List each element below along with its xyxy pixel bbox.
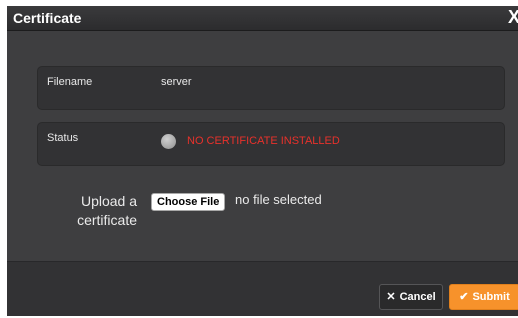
certificate-dialog: Certificate X Filename server Status NO … (7, 6, 518, 316)
status-row: Status NO CERTIFICATE INSTALLED (37, 122, 505, 166)
filename-value: server (161, 76, 192, 88)
cancel-button[interactable]: ✕ Cancel (379, 284, 443, 310)
submit-button[interactable]: ✔ Submit (449, 284, 518, 310)
choose-file-button[interactable]: Choose File (151, 193, 226, 211)
submit-label: Submit (472, 291, 510, 303)
upload-label-line1: Upload a (80, 193, 137, 209)
x-icon: ✕ (386, 291, 396, 303)
cancel-label: Cancel (399, 291, 436, 303)
file-status-text: no file selected (235, 192, 322, 207)
dialog-titlebar: Certificate X (7, 6, 518, 31)
status-indicator-icon (161, 134, 176, 149)
filename-row: Filename server (37, 66, 505, 110)
close-icon[interactable]: X (508, 7, 518, 27)
upload-label-line2: certificate (77, 212, 137, 228)
filename-label: Filename (47, 76, 93, 88)
dialog-title: Certificate (13, 10, 82, 26)
upload-certificate-label: Upload a certificate (55, 192, 137, 230)
status-value: NO CERTIFICATE INSTALLED (187, 135, 340, 147)
check-icon: ✔ (459, 291, 469, 303)
status-label: Status (47, 132, 79, 144)
dialog-footer: ✕ Cancel ✔ Submit (7, 261, 518, 316)
